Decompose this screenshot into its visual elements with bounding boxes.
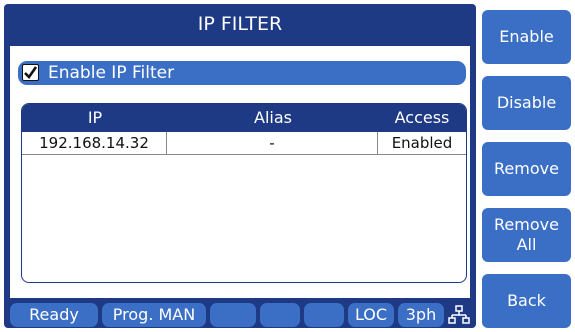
cell-ip: 192.168.14.32 xyxy=(22,132,167,154)
status-ready: Ready xyxy=(10,303,98,327)
disable-button-label: Disable xyxy=(496,93,557,112)
remove-button[interactable]: Remove xyxy=(482,142,571,196)
ip-filter-table: IP Alias Access 192.168.14.32 - Enabled xyxy=(21,103,467,283)
remove-button-label: Remove xyxy=(494,159,559,178)
main-panel: IP FILTER Enable IP Filter IP Alias Acce… xyxy=(4,4,476,328)
column-header-access: Access xyxy=(394,108,450,127)
remove-all-button[interactable]: Remove All xyxy=(482,208,571,262)
table-header: IP Alias Access xyxy=(22,104,466,132)
status-blank-2 xyxy=(260,303,300,327)
remove-all-button-label-line2: All xyxy=(516,235,537,254)
enable-ip-filter-label: Enable IP Filter xyxy=(48,63,175,83)
enable-ip-filter-checkbox[interactable] xyxy=(22,64,39,81)
table-row[interactable]: 192.168.14.32 - Enabled xyxy=(22,132,466,155)
status-blank-1 xyxy=(210,303,256,327)
status-phase: 3ph xyxy=(398,303,444,327)
network-icon xyxy=(448,305,470,324)
enable-button-label: Enable xyxy=(499,27,554,46)
status-bar: Ready Prog. MAN LOC 3ph xyxy=(4,302,476,328)
cell-access: Enabled xyxy=(391,134,453,152)
page-title: IP FILTER xyxy=(197,13,283,35)
enable-ip-filter-toggle[interactable]: Enable IP Filter xyxy=(18,61,466,85)
status-mode: LOC xyxy=(348,303,394,327)
cell-alias: - xyxy=(167,132,378,154)
column-header-ip: IP xyxy=(87,108,103,127)
back-button-label: Back xyxy=(507,291,546,310)
remove-all-button-label-line1: Remove xyxy=(494,215,559,234)
back-button[interactable]: Back xyxy=(482,274,571,328)
status-blank-3 xyxy=(304,303,344,327)
status-program: Prog. MAN xyxy=(102,303,206,327)
content-area: Enable IP Filter IP Alias Access 192.168… xyxy=(10,46,470,298)
disable-button[interactable]: Disable xyxy=(482,76,571,130)
checkmark-icon xyxy=(24,66,38,80)
column-header-alias: Alias xyxy=(254,108,292,127)
enable-button[interactable]: Enable xyxy=(482,10,571,64)
